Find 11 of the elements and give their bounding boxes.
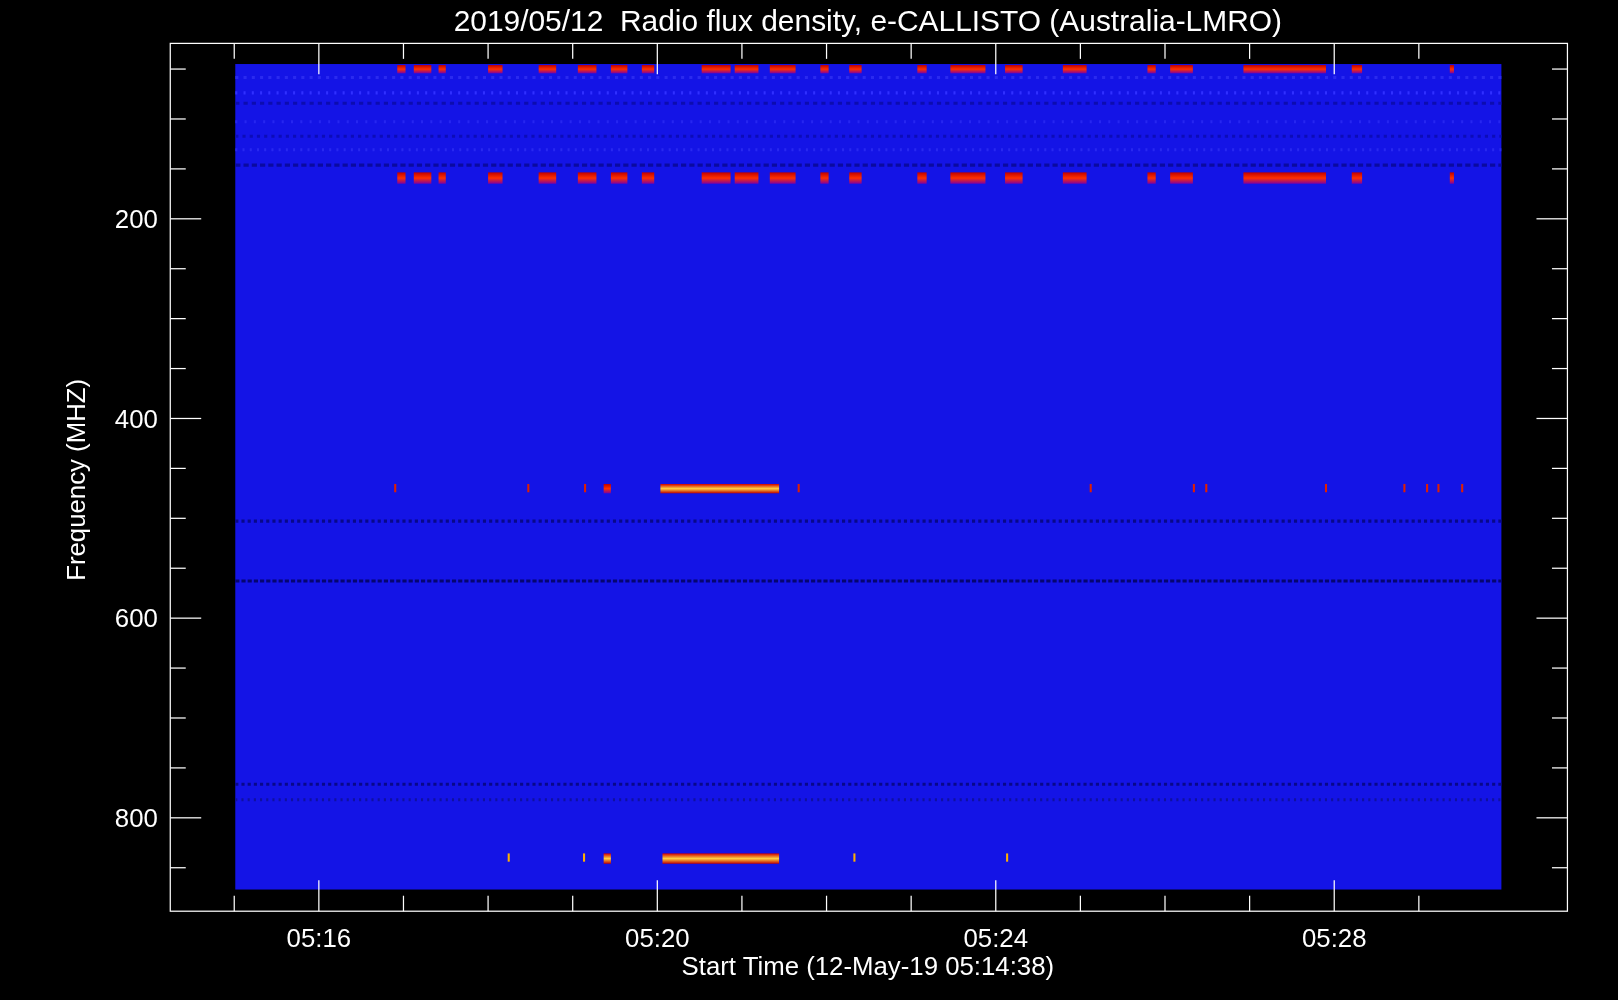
tick-label: 200 bbox=[114, 205, 158, 234]
axis-label: Frequency (MHZ) bbox=[61, 378, 90, 581]
tick-label: 400 bbox=[114, 404, 158, 433]
tick-label: 05:16 bbox=[286, 924, 352, 953]
tick-label: 05:24 bbox=[963, 924, 1029, 953]
tick-label: 05:20 bbox=[625, 924, 690, 953]
axis-label: Start Time (12-May-19 05:14:38) bbox=[681, 952, 1055, 981]
tick-label: 05:28 bbox=[1301, 924, 1367, 953]
tick-label: 800 bbox=[114, 804, 158, 833]
tick-label: 600 bbox=[114, 604, 158, 633]
plot-title: 2019/05/12 Radio flux density, e-CALLISTO (Australia-LMRO) bbox=[453, 4, 1282, 37]
